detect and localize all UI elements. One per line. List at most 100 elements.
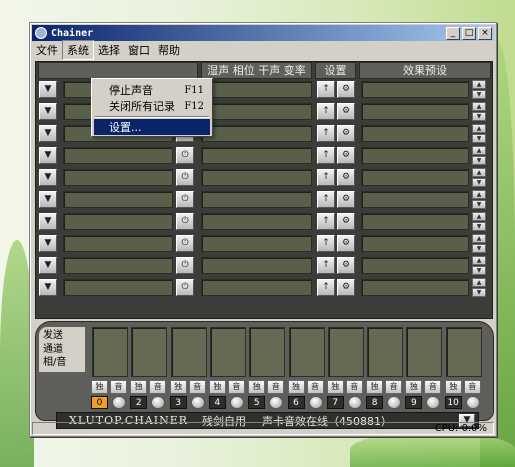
mute-button[interactable]: 音 <box>424 380 442 394</box>
phase-knob[interactable] <box>269 396 284 409</box>
gear-icon[interactable]: ⚙ <box>337 191 355 208</box>
gear-icon[interactable]: ⚙ <box>337 147 355 164</box>
preset-spinner[interactable]: ▲ ▼ <box>472 168 486 187</box>
gear-icon[interactable]: ⚙ <box>337 279 355 296</box>
mute-button[interactable]: 音 <box>267 380 285 394</box>
gear-icon[interactable]: ⚙ <box>337 81 355 98</box>
row-dropdown-button[interactable]: ▼ <box>39 257 57 274</box>
solo-button[interactable]: 独 <box>405 380 423 394</box>
row-dropdown-button[interactable]: ▼ <box>39 81 57 98</box>
plugin-display[interactable] <box>63 279 173 296</box>
row-dropdown-button[interactable]: ▼ <box>39 213 57 230</box>
solo-button[interactable]: 独 <box>130 380 148 394</box>
preset-spinner[interactable]: ▲ ▼ <box>472 80 486 99</box>
phase-knob[interactable] <box>229 396 244 409</box>
row-dropdown-button[interactable]: ▼ <box>39 279 57 296</box>
gear-icon[interactable]: ⚙ <box>337 257 355 274</box>
preset-spinner[interactable]: ▲ ▼ <box>472 102 486 121</box>
menu-file[interactable]: 文件 <box>32 41 62 59</box>
menu-item-settings[interactable]: 设置... <box>94 119 210 135</box>
solo-button[interactable]: 独 <box>366 380 384 394</box>
mute-button[interactable]: 音 <box>385 380 403 394</box>
row-dropdown-button[interactable]: ▼ <box>39 169 57 186</box>
minimize-button[interactable]: _ <box>446 26 460 40</box>
solo-button[interactable]: 独 <box>208 380 226 394</box>
mute-button[interactable]: 音 <box>188 380 206 394</box>
row-dropdown-button[interactable]: ▼ <box>39 125 57 142</box>
solo-button[interactable]: 独 <box>444 380 462 394</box>
settings-button[interactable]: ↑ <box>317 169 335 186</box>
phase-knob[interactable] <box>387 396 402 409</box>
settings-button[interactable]: ↑ <box>317 147 335 164</box>
plugin-display[interactable] <box>63 191 173 208</box>
phase-knob[interactable] <box>151 396 166 409</box>
mute-button[interactable]: 音 <box>149 380 167 394</box>
solo-button[interactable]: 独 <box>169 380 187 394</box>
menu-window[interactable]: 窗口 <box>124 41 154 59</box>
preset-spinner[interactable]: ▲ ▼ <box>472 146 486 165</box>
settings-button[interactable]: ↑ <box>317 257 335 274</box>
plugin-display[interactable] <box>63 169 173 186</box>
settings-button[interactable]: ↑ <box>317 81 335 98</box>
settings-button[interactable]: ↑ <box>317 213 335 230</box>
menu-system[interactable]: 系统 <box>62 40 94 60</box>
close-button[interactable]: × <box>478 26 492 40</box>
preset-spinner[interactable]: ▲ ▼ <box>472 256 486 275</box>
channel-number[interactable]: 9 <box>405 396 423 409</box>
gear-icon[interactable]: ⚙ <box>337 213 355 230</box>
row-dropdown-button[interactable]: ▼ <box>39 235 57 252</box>
gear-icon[interactable]: ⚙ <box>337 235 355 252</box>
solo-button[interactable]: 独 <box>287 380 305 394</box>
mute-button[interactable]: 音 <box>227 380 245 394</box>
channel-number[interactable]: 2 <box>130 396 148 409</box>
settings-button[interactable]: ↑ <box>317 125 335 142</box>
phase-knob[interactable] <box>347 396 362 409</box>
menu-select[interactable]: 选择 <box>94 41 124 59</box>
plugin-display[interactable] <box>63 257 173 274</box>
preset-spinner[interactable]: ▲ ▼ <box>472 190 486 209</box>
row-dropdown-button[interactable]: ▼ <box>39 191 57 208</box>
mute-button[interactable]: 音 <box>306 380 324 394</box>
phase-knob[interactable] <box>465 396 480 409</box>
phase-knob[interactable] <box>426 396 441 409</box>
power-icon[interactable]: ⏻ <box>176 191 194 208</box>
plugin-display[interactable] <box>63 147 173 164</box>
phase-knob[interactable] <box>112 396 126 409</box>
preset-spinner[interactable]: ▲ ▼ <box>472 278 486 297</box>
plugin-display[interactable] <box>63 213 173 230</box>
gear-icon[interactable]: ⚙ <box>337 125 355 142</box>
mute-button[interactable]: 音 <box>463 380 481 394</box>
channel-number[interactable]: 7 <box>326 396 344 409</box>
solo-button[interactable]: 独 <box>326 380 344 394</box>
channel-number[interactable]: 6 <box>287 396 305 409</box>
channel-number[interactable]: 4 <box>208 396 226 409</box>
channel-number[interactable]: 0 <box>91 396 108 409</box>
preset-spinner[interactable]: ▲ ▼ <box>472 234 486 253</box>
row-dropdown-button[interactable]: ▼ <box>39 147 57 164</box>
menu-item-close-records[interactable]: 关闭所有记录 F12 <box>94 98 210 114</box>
row-dropdown-button[interactable]: ▼ <box>39 103 57 120</box>
channel-number[interactable]: 3 <box>169 396 187 409</box>
phase-knob[interactable] <box>308 396 323 409</box>
channel-number[interactable]: 10 <box>444 396 462 409</box>
power-icon[interactable]: ⏻ <box>176 169 194 186</box>
plugin-display[interactable] <box>63 235 173 252</box>
mute-button[interactable]: 音 <box>110 380 127 394</box>
settings-button[interactable]: ↑ <box>317 191 335 208</box>
channel-number[interactable]: 8 <box>366 396 384 409</box>
menu-help[interactable]: 帮助 <box>154 41 184 59</box>
power-icon[interactable]: ⏻ <box>176 235 194 252</box>
channel-number[interactable]: 5 <box>248 396 266 409</box>
maximize-button[interactable]: □ <box>462 26 476 40</box>
power-icon[interactable]: ⏻ <box>176 213 194 230</box>
power-icon[interactable]: ⏻ <box>176 257 194 274</box>
mute-button[interactable]: 音 <box>345 380 363 394</box>
phase-knob[interactable] <box>190 396 205 409</box>
menu-item-stop-sound[interactable]: 停止声音 F11 <box>94 82 210 98</box>
gear-icon[interactable]: ⚙ <box>337 169 355 186</box>
solo-button[interactable]: 独 <box>248 380 266 394</box>
settings-button[interactable]: ↑ <box>317 103 335 120</box>
settings-button[interactable]: ↑ <box>317 235 335 252</box>
solo-button[interactable]: 独 <box>91 380 108 394</box>
power-icon[interactable]: ⏻ <box>176 147 194 164</box>
